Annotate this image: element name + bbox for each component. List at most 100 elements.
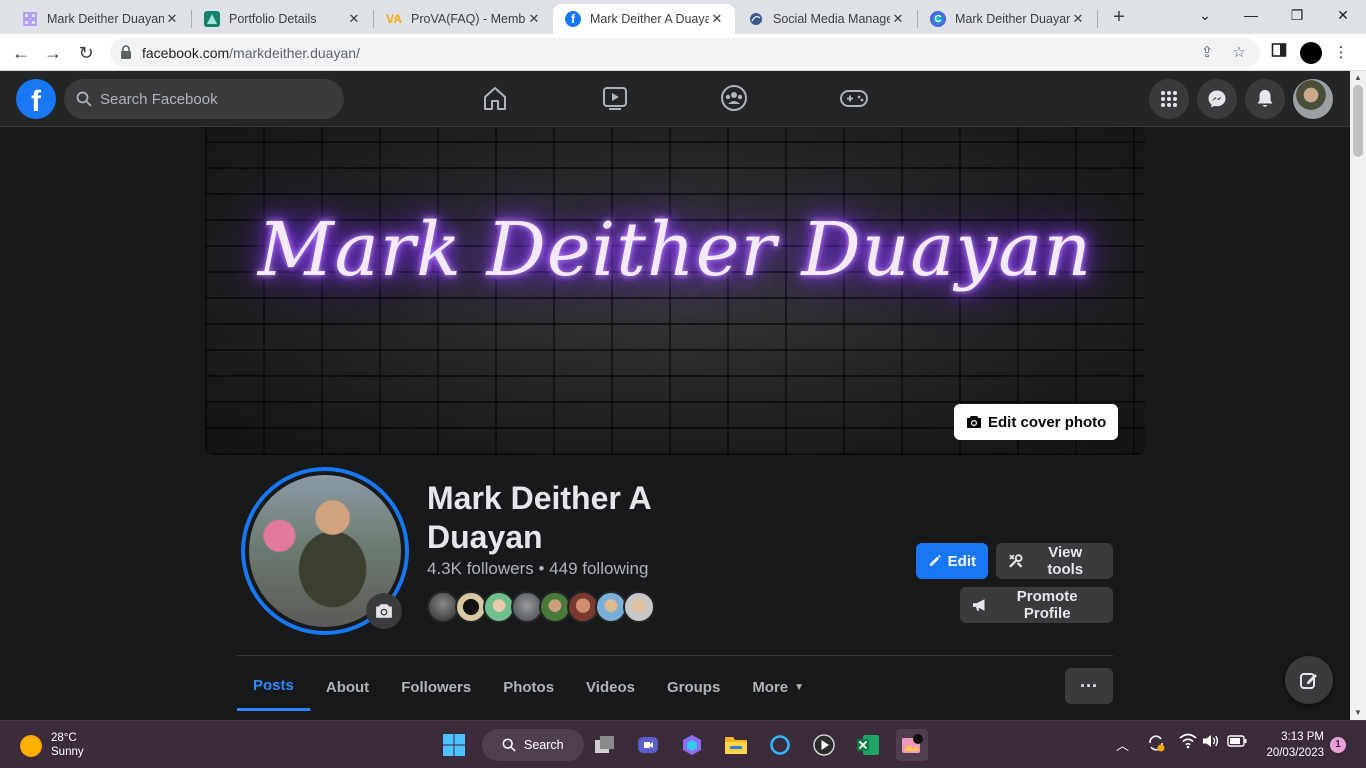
new-tab-button[interactable]: +: [1107, 5, 1131, 29]
tab-about[interactable]: About: [310, 663, 385, 711]
scroll-down-arrow-icon[interactable]: ▼: [1350, 706, 1366, 720]
browser-tab-3[interactable]: VA ProVA(FAQ) - Member ✕: [374, 4, 552, 34]
share-icon[interactable]: ⇪: [1198, 44, 1216, 62]
watch-video-icon[interactable]: [600, 83, 630, 113]
follower-avatars[interactable]: [427, 591, 655, 623]
cover-photo[interactable]: Mark Deither Duayan Edit cover photo: [205, 127, 1145, 455]
teams-chat-icon[interactable]: [632, 729, 664, 761]
tab-groups[interactable]: Groups: [651, 663, 736, 711]
facebook-search[interactable]: [64, 79, 344, 119]
start-windows-icon[interactable]: [438, 729, 470, 761]
clock-time: 3:13 PM: [1281, 731, 1324, 743]
tab-more[interactable]: More ▼: [736, 663, 820, 711]
edit-cover-photo-button[interactable]: Edit cover photo: [954, 404, 1119, 440]
file-explorer-icon[interactable]: [720, 729, 752, 761]
maximize-button[interactable]: ❐: [1274, 0, 1320, 32]
clock-date: 20/03/2023: [1266, 747, 1324, 759]
page-scrollbar[interactable]: ▲ ▼: [1350, 71, 1366, 720]
wifi-icon[interactable]: [1179, 733, 1197, 752]
scroll-up-arrow-icon[interactable]: ▲: [1350, 71, 1366, 85]
close-tab-icon[interactable]: ✕: [709, 11, 725, 27]
caret-down-icon: ▼: [794, 681, 805, 693]
browser-tab-4-active[interactable]: f Mark Deither A Duayan ✕: [553, 4, 735, 34]
windows-taskbar: 28°C Sunny Search ︿ 3:13 PM 20/03/2023 1: [0, 720, 1366, 768]
account-avatar[interactable]: [1293, 79, 1333, 119]
media-player-icon[interactable]: [808, 729, 840, 761]
copilot-icon[interactable]: [676, 729, 708, 761]
search-input[interactable]: [100, 79, 330, 119]
lock-icon: [121, 45, 131, 59]
promote-profile-button[interactable]: Promote Profile: [960, 587, 1113, 623]
gaming-icon[interactable]: [838, 83, 868, 113]
pencil-icon: [929, 554, 941, 566]
minimize-button[interactable]: —: [1228, 0, 1274, 32]
camera-icon: [376, 604, 392, 618]
show-hidden-icons-chevron-icon[interactable]: ︿: [1116, 735, 1129, 754]
tab-photos[interactable]: Photos: [487, 663, 570, 711]
cortana-ring-icon[interactable]: [764, 729, 796, 761]
profile-name: Mark Deither A Duayan: [427, 480, 651, 555]
volume-icon[interactable]: [1202, 733, 1220, 752]
close-tab-icon[interactable]: ✕: [1070, 11, 1086, 27]
close-tab-icon[interactable]: ✕: [890, 11, 906, 27]
weather-widget[interactable]: 28°C Sunny: [20, 731, 84, 760]
profile-divider: [237, 655, 1113, 656]
bookmark-star-icon[interactable]: ☆: [1230, 44, 1248, 62]
tab-videos[interactable]: Videos: [570, 663, 651, 711]
facebook-icon: f: [565, 11, 581, 27]
edit-label: Edit: [947, 552, 976, 570]
close-tab-icon[interactable]: ✕: [346, 11, 362, 27]
taskbar-search[interactable]: Search: [482, 729, 584, 761]
new-message-button[interactable]: [1285, 656, 1333, 704]
va-icon: VA: [386, 12, 402, 26]
profile-icon[interactable]: [1300, 42, 1322, 64]
browser-tab-strip: Mark Deither Duayan ✕ Portfolio Details …: [0, 0, 1366, 34]
browser-tab-2[interactable]: Portfolio Details ✕: [192, 4, 372, 34]
excel-icon[interactable]: [852, 729, 884, 761]
globe-icon: [748, 11, 764, 27]
chrome-menu-icon[interactable]: ⋮: [1330, 42, 1352, 64]
notifications-bell-icon[interactable]: [1245, 79, 1285, 119]
tab-title: Mark Deither A Duayan: [590, 12, 709, 26]
photos-app-icon[interactable]: [896, 729, 928, 761]
browser-tab-6[interactable]: C Mark Deither Duayan ✕: [918, 4, 1096, 34]
scrollbar-thumb[interactable]: [1353, 85, 1363, 157]
system-clock[interactable]: 3:13 PM 20/03/2023: [1260, 729, 1324, 761]
close-tab-icon[interactable]: ✕: [526, 11, 542, 27]
address-bar[interactable]: facebook.com/markdeither.duayan/ ⇪ ☆: [110, 38, 1260, 67]
groups-icon[interactable]: [719, 83, 749, 113]
close-window-button[interactable]: ✕: [1320, 0, 1366, 32]
close-tab-icon[interactable]: ✕: [164, 11, 180, 27]
view-tools-button[interactable]: View tools: [996, 543, 1113, 579]
menu-grid-icon[interactable]: [1149, 79, 1189, 119]
tab-separator: [1097, 10, 1098, 28]
sync-icon[interactable]: [1146, 733, 1166, 756]
search-icon: [502, 738, 516, 752]
browser-tab-5[interactable]: Social Media Manager ✕: [736, 4, 916, 34]
view-tools-label: View tools: [1047, 544, 1084, 578]
facebook-logo-icon[interactable]: f: [16, 79, 56, 119]
notification-badge[interactable]: 1: [1330, 737, 1346, 753]
taskbar-search-label: Search: [524, 738, 564, 752]
browser-tab-1[interactable]: Mark Deither Duayan ✕: [10, 4, 190, 34]
reload-button[interactable]: ↻: [73, 40, 99, 66]
task-view-icon[interactable]: [589, 729, 621, 761]
edit-profile-button[interactable]: Edit: [916, 543, 988, 579]
home-icon[interactable]: [480, 83, 510, 113]
promote-label: Promote Profile: [1016, 588, 1078, 622]
tab-followers[interactable]: Followers: [385, 663, 487, 711]
tab-search-chevron-icon[interactable]: ⌄: [1182, 0, 1228, 32]
back-button[interactable]: ←: [8, 40, 34, 66]
messenger-icon[interactable]: [1197, 79, 1237, 119]
follower-avatar[interactable]: [623, 591, 655, 623]
battery-icon[interactable]: [1227, 734, 1247, 751]
portfolio-icon: [204, 11, 220, 27]
tab-title: Social Media Manager: [773, 12, 890, 26]
profile-more-options-button[interactable]: ···: [1065, 668, 1113, 704]
follower-stats[interactable]: 4.3K followers • 449 following: [427, 559, 648, 579]
compose-icon: [1300, 673, 1317, 689]
update-profile-picture-button[interactable]: [366, 593, 402, 629]
side-panel-icon[interactable]: [1268, 42, 1290, 64]
tab-posts[interactable]: Posts: [237, 663, 310, 711]
forward-button[interactable]: →: [40, 40, 66, 66]
